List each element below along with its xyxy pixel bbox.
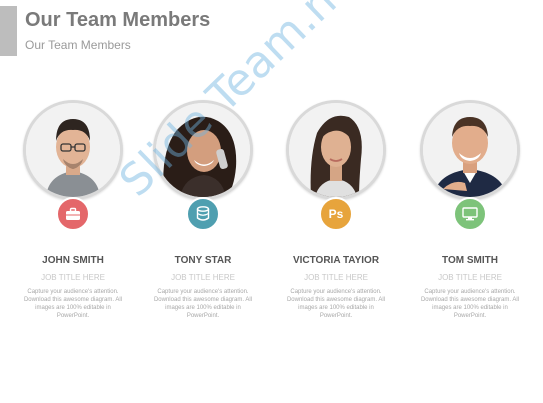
member-badge [453,197,487,231]
monitor-icon [462,207,478,221]
member-description: Capture your audience's attention. Downl… [153,289,253,319]
member-description: Capture your audience's attention. Downl… [23,289,123,319]
slide: Our Team Members Our Team Members JOHN S… [0,0,543,403]
photoshop-icon: Ps [328,207,344,221]
member-job-title: JOB TITLE HERE [438,273,502,282]
slide-subtitle: Our Team Members [25,38,131,52]
title-accent-bar [0,6,17,56]
team-member-card: JOHN SMITH JOB TITLE HERE Capture your a… [13,100,133,320]
briefcase-icon [66,207,80,220]
woman-portrait [289,103,383,197]
member-name: JOHN SMITH [42,255,104,266]
man-glasses-portrait [26,103,120,197]
member-job-title: JOB TITLE HERE [41,273,105,282]
member-photo [153,100,253,200]
slide-title: Our Team Members [25,9,211,31]
member-badge [56,197,90,231]
member-badge: Ps [319,197,353,231]
member-name: VICTORIA TAYIOR [292,255,380,266]
member-description: Capture your audience's attention. Downl… [420,289,520,319]
team-member-card: TOM SMITH JOB TITLE HERE Capture your au… [410,100,530,320]
member-description: Capture your audience's attention. Downl… [286,289,386,319]
smiling-man-portrait [423,103,517,197]
team-member-card: Ps VICTORIA TAYIOR JOB TITLE HERE Captur… [276,100,396,320]
team-member-card: TONY STAR JOB TITLE HERE Capture your au… [143,100,263,320]
member-photo [286,100,386,200]
woman-phone-portrait [156,103,250,197]
member-job-title: JOB TITLE HERE [304,273,368,282]
member-job-title: JOB TITLE HERE [171,273,235,282]
member-name: TONY STAR [174,255,232,266]
member-badge [186,197,220,231]
member-photo [420,100,520,200]
database-icon [196,206,210,221]
member-name: TOM SMITH [442,255,498,266]
member-photo [23,100,123,200]
